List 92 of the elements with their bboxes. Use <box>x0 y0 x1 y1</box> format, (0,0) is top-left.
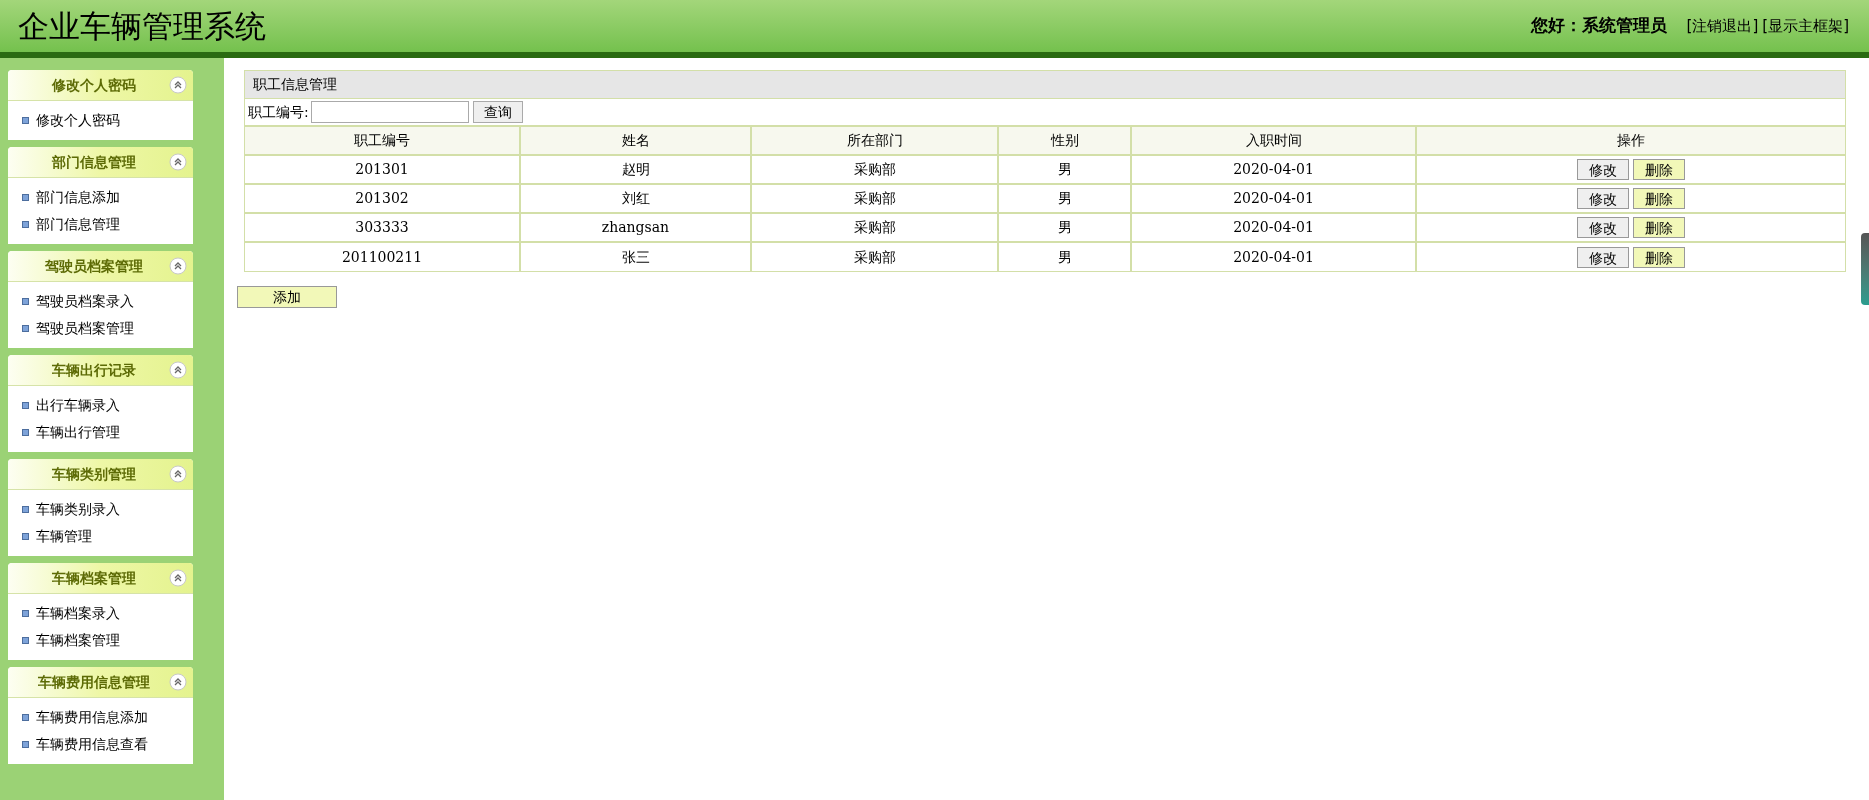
menu-item[interactable]: 车辆出行管理 <box>36 422 120 443</box>
collapse-icon[interactable] <box>169 361 187 379</box>
menu-group-title: 车辆档案管理 <box>50 568 137 588</box>
column-header: 操作 <box>1416 126 1845 155</box>
table-cell: 2020-04-01 <box>1131 242 1416 271</box>
collapse-icon[interactable] <box>169 153 187 171</box>
menu-group-header[interactable]: 车辆类别管理 <box>8 459 193 490</box>
bullet-icon <box>22 506 29 513</box>
bullet-icon <box>22 533 29 540</box>
table-cell: 201100211 <box>245 242 520 271</box>
bullet-icon <box>22 117 29 124</box>
menu-item[interactable]: 驾驶员档案录入 <box>36 291 134 312</box>
table-cell: 201302 <box>245 184 520 213</box>
menu-group-header[interactable]: 部门信息管理 <box>8 147 193 178</box>
bullet-icon <box>22 741 29 748</box>
header-link[interactable]: [注销退出] <box>1686 14 1759 38</box>
table-cell: 赵明 <box>520 155 751 184</box>
search-button[interactable]: 查询 <box>472 101 523 123</box>
menu-group-title: 车辆费用信息管理 <box>36 672 151 692</box>
menu-item[interactable]: 车辆费用信息查看 <box>36 734 148 755</box>
table-cell: 采购部 <box>751 184 998 213</box>
column-header: 性别 <box>998 126 1131 155</box>
bullet-icon <box>22 610 29 617</box>
delete-button[interactable]: 删除 <box>1633 188 1685 209</box>
header-link[interactable]: [显示主框架] <box>1762 14 1849 38</box>
table-cell: 采购部 <box>751 155 998 184</box>
menu-group-title: 部门信息管理 <box>50 152 137 172</box>
menu-item[interactable]: 车辆类别录入 <box>36 499 120 520</box>
app-title: 企业车辆管理系统 <box>18 10 266 42</box>
menu-item[interactable]: 车辆档案管理 <box>36 630 120 651</box>
menu-item[interactable]: 出行车辆录入 <box>36 395 120 416</box>
menu-group-header[interactable]: 修改个人密码 <box>8 70 193 101</box>
menu-group-title: 驾驶员档案管理 <box>43 256 144 276</box>
collapse-icon[interactable] <box>169 76 187 94</box>
table-cell: 男 <box>998 213 1131 242</box>
bullet-icon <box>22 637 29 644</box>
bullet-icon <box>22 429 29 436</box>
table-cell: 采购部 <box>751 242 998 271</box>
menu-item[interactable]: 驾驶员档案管理 <box>36 318 134 339</box>
search-label: 职工编号: <box>248 102 309 122</box>
delete-button[interactable]: 删除 <box>1633 217 1685 238</box>
column-header: 姓名 <box>520 126 751 155</box>
edit-button[interactable]: 修改 <box>1577 217 1629 238</box>
table-cell: 男 <box>998 242 1131 271</box>
menu-item[interactable]: 部门信息管理 <box>36 214 120 235</box>
edit-button[interactable]: 修改 <box>1577 188 1629 209</box>
collapse-icon[interactable] <box>169 465 187 483</box>
menu-group-header[interactable]: 车辆档案管理 <box>8 563 193 594</box>
menu-item[interactable]: 车辆档案录入 <box>36 603 120 624</box>
table-cell: 张三 <box>520 242 751 271</box>
table-cell: 2020-04-01 <box>1131 155 1416 184</box>
bullet-icon <box>22 325 29 332</box>
table-cell: 刘红 <box>520 184 751 213</box>
side-handle-icon[interactable] <box>1861 233 1869 305</box>
greeting-label: 您好： <box>1530 14 1582 38</box>
menu-item[interactable]: 部门信息添加 <box>36 187 120 208</box>
menu-group-header[interactable]: 驾驶员档案管理 <box>8 251 193 282</box>
bullet-icon <box>22 714 29 721</box>
delete-button[interactable]: 删除 <box>1633 159 1685 180</box>
menu-group-title: 修改个人密码 <box>50 75 137 95</box>
bullet-icon <box>22 402 29 409</box>
table-cell: 男 <box>998 184 1131 213</box>
table-cell: 2020-04-01 <box>1131 213 1416 242</box>
menu-item[interactable]: 车辆费用信息添加 <box>36 707 148 728</box>
table-cell: 201301 <box>245 155 520 184</box>
collapse-icon[interactable] <box>169 569 187 587</box>
column-header: 所在部门 <box>751 126 998 155</box>
menu-group-title: 车辆出行记录 <box>50 360 137 380</box>
column-header: 职工编号 <box>245 126 520 155</box>
table-cell: 男 <box>998 155 1131 184</box>
user-name: 系统管理员 <box>1581 14 1667 38</box>
delete-button[interactable]: 删除 <box>1633 246 1685 268</box>
table-cell: 采购部 <box>751 213 998 242</box>
table-cell: zhangsan <box>520 213 751 242</box>
column-header: 入职时间 <box>1131 126 1416 155</box>
search-field[interactable] <box>310 101 469 123</box>
bullet-icon <box>22 221 29 228</box>
menu-group-header[interactable]: 车辆出行记录 <box>8 355 193 386</box>
menu-group-title: 车辆类别管理 <box>50 464 137 484</box>
panel-title: 职工信息管理 <box>253 75 337 94</box>
menu-item[interactable]: 车辆管理 <box>36 526 92 547</box>
bullet-icon <box>22 298 29 305</box>
table-cell: 303333 <box>245 213 520 242</box>
table-cell: 2020-04-01 <box>1131 184 1416 213</box>
edit-button[interactable]: 修改 <box>1577 159 1629 180</box>
menu-group-header[interactable]: 车辆费用信息管理 <box>8 667 193 698</box>
bullet-icon <box>22 194 29 201</box>
menu-item[interactable]: 修改个人密码 <box>36 110 120 131</box>
collapse-icon[interactable] <box>169 257 187 275</box>
collapse-icon[interactable] <box>169 673 187 691</box>
edit-button[interactable]: 修改 <box>1577 246 1629 268</box>
add-button[interactable]: 添加 <box>237 286 337 308</box>
